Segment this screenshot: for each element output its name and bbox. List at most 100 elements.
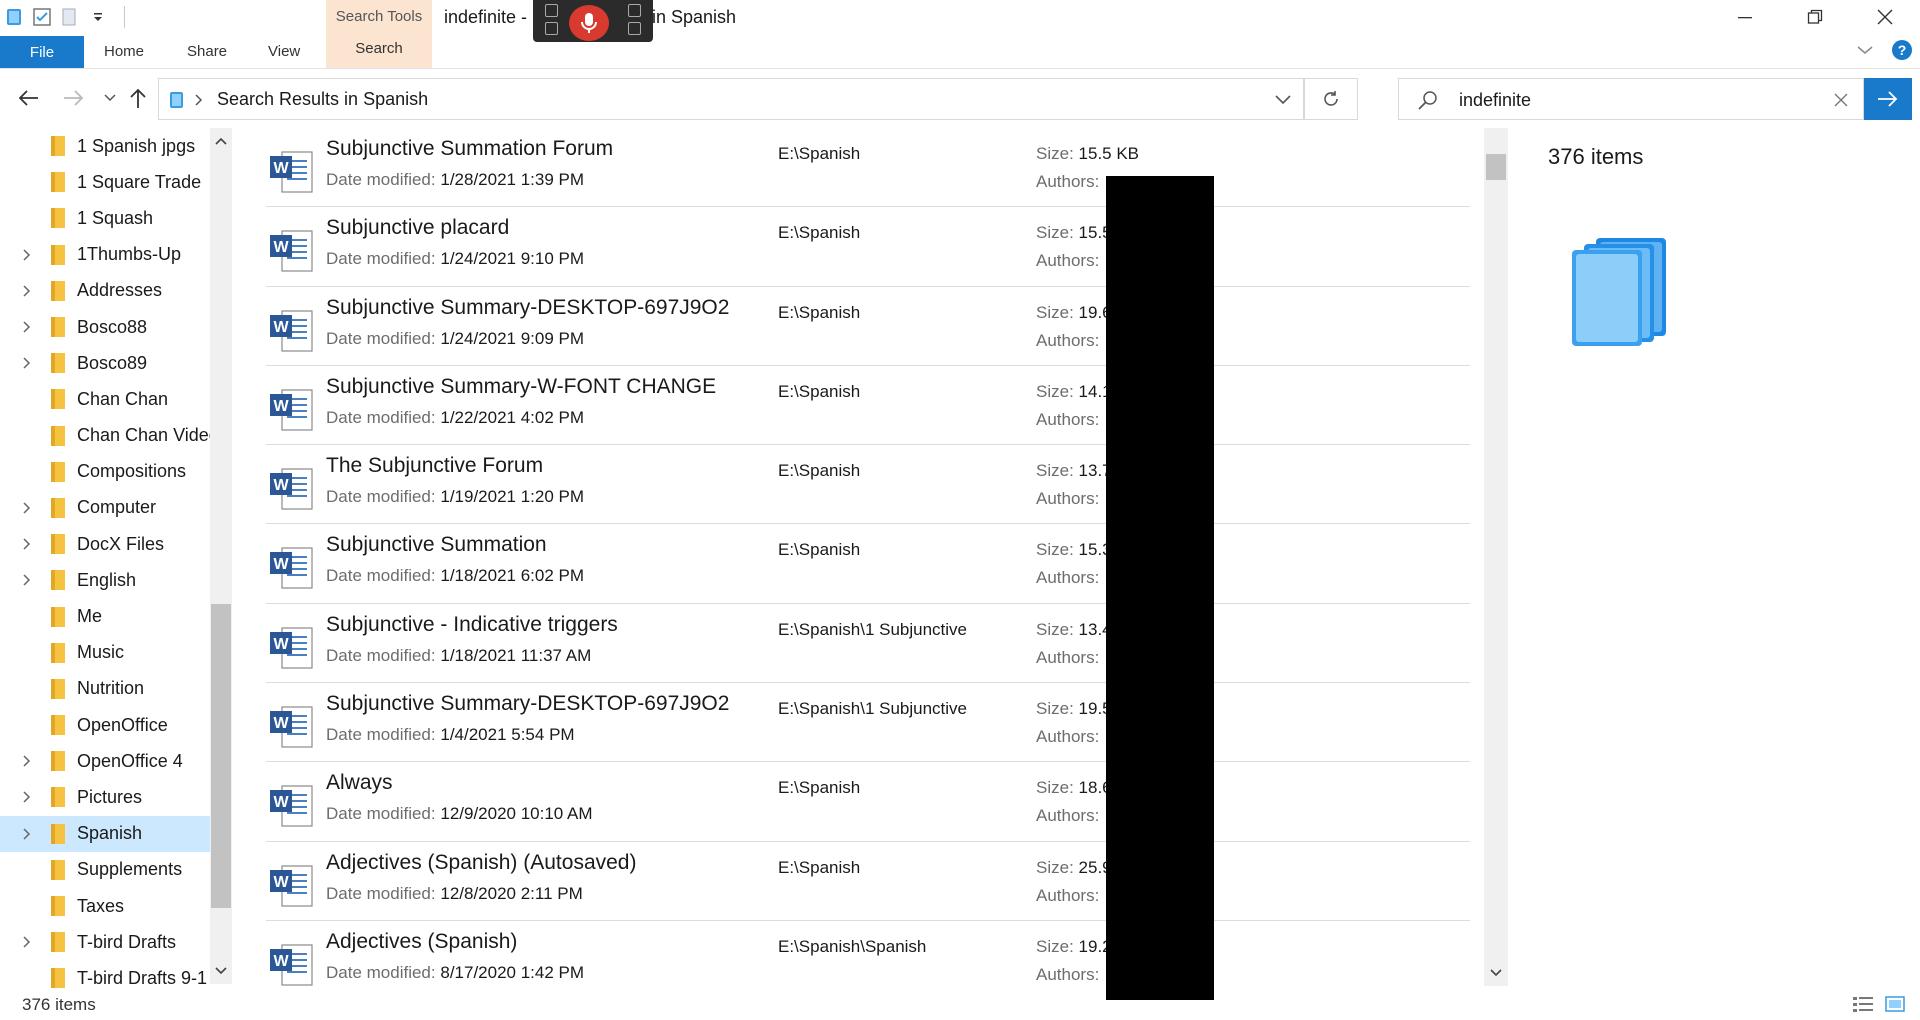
result-title[interactable]: The Subjunctive Forum — [326, 454, 543, 478]
result-row[interactable]: W The Subjunctive Forum Date modified: 1/1… — [266, 445, 1470, 525]
result-row[interactable]: W Always Date modified: 12/9/2020 10:10 AM… — [266, 762, 1470, 842]
result-row[interactable]: W Adjectives (Spanish) (Autosaved) Date mo… — [266, 842, 1470, 921]
expand-chevron-icon[interactable] — [20, 790, 34, 804]
result-title[interactable]: Subjunctive Summary-W-FONT CHANGE — [326, 375, 716, 399]
large-icons-view-icon[interactable] — [1884, 994, 1906, 1014]
expand-chevron-icon[interactable] — [20, 935, 34, 949]
result-date: Date modified: 1/4/2021 5:54 PM — [326, 725, 575, 745]
new-folder-icon[interactable] — [60, 6, 80, 28]
result-title[interactable]: Subjunctive Summary-DESKTOP-697J9O2 — [326, 692, 729, 716]
minimize-button[interactable] — [1710, 0, 1780, 34]
tab-home[interactable]: Home — [104, 43, 144, 60]
result-title[interactable]: Subjunctive - Indicative triggers — [326, 613, 618, 637]
result-title[interactable]: Adjectives (Spanish) — [326, 930, 517, 954]
result-row[interactable]: W Subjunctive placard Date modified: 1/24/… — [266, 207, 1470, 287]
tree-item[interactable]: Pictures — [0, 779, 232, 815]
tree-item[interactable]: 1 Square Trade — [0, 164, 232, 200]
result-row[interactable]: W Subjunctive Summary-DESKTOP-697J9O2 Date… — [266, 287, 1470, 366]
forward-button[interactable] — [62, 86, 86, 110]
breadcrumb[interactable]: Search Results in Spanish — [217, 89, 428, 110]
tree-item[interactable]: Computer — [0, 490, 232, 526]
restore-button[interactable] — [1780, 0, 1850, 34]
expand-chevron-icon[interactable] — [20, 248, 34, 262]
search-input[interactable] — [1459, 88, 1799, 112]
tree-item[interactable]: Chan Chan Video — [0, 418, 232, 454]
up-button[interactable] — [126, 86, 150, 110]
voice-settings-icon[interactable] — [628, 4, 641, 17]
tree-item[interactable]: English — [0, 562, 232, 598]
tree-item-label: Bosco89 — [77, 352, 148, 373]
expand-chevron-icon[interactable] — [20, 320, 34, 334]
ribbon-expand-chevron-icon[interactable] — [1856, 44, 1874, 56]
tree-item[interactable]: Bosco89 — [0, 345, 232, 381]
tab-view[interactable]: View — [268, 43, 300, 60]
forward-arrow-icon — [64, 90, 84, 106]
address-history-chevron-icon[interactable] — [1275, 95, 1291, 105]
tree-item[interactable]: Addresses — [0, 273, 232, 309]
tree-item[interactable]: T-bird Drafts — [0, 924, 232, 960]
expand-chevron-icon[interactable] — [20, 827, 34, 841]
qat-dropdown-icon[interactable] — [88, 6, 108, 28]
tab-file[interactable]: File — [0, 36, 84, 68]
result-title[interactable]: Subjunctive Summary-DESKTOP-697J9O2 — [326, 296, 729, 320]
expand-chevron-icon[interactable] — [20, 573, 34, 587]
expand-chevron-icon[interactable] — [20, 501, 34, 515]
result-title[interactable]: Always — [326, 771, 393, 795]
tree-item[interactable]: Taxes — [0, 888, 232, 924]
result-row[interactable]: W Subjunctive - Indicative triggers Date m… — [266, 604, 1470, 684]
results-scroll-thumb[interactable] — [1486, 154, 1506, 180]
result-row[interactable]: W Subjunctive Summation Date modified: 1/1… — [266, 524, 1470, 604]
result-row[interactable]: W Subjunctive Summation Forum Date modifie… — [266, 128, 1470, 208]
result-row[interactable]: W Subjunctive Summary-W-FONT CHANGE Date m… — [266, 366, 1470, 446]
nav-scroll-up-button[interactable] — [210, 130, 232, 152]
expand-chevron-icon[interactable] — [20, 754, 34, 768]
tree-item[interactable]: Chan Chan — [0, 381, 232, 417]
search-go-button[interactable] — [1864, 78, 1912, 120]
search-box[interactable] — [1398, 78, 1864, 120]
recent-locations-button[interactable] — [98, 86, 122, 110]
details-view-icon[interactable] — [1852, 994, 1874, 1014]
nav-scroll-down-button[interactable] — [210, 960, 232, 982]
tree-item[interactable]: 1 Spanish jpgs — [0, 128, 232, 164]
back-button[interactable] — [16, 86, 40, 110]
voice-add-icon[interactable] — [545, 4, 558, 17]
result-title[interactable]: Subjunctive Summation Forum — [326, 137, 613, 161]
voice-keyboard-icon[interactable] — [545, 22, 558, 35]
expand-chevron-icon[interactable] — [20, 356, 34, 370]
tree-item[interactable]: 1Thumbs-Up — [0, 237, 232, 273]
tree-item[interactable]: T-bird Drafts 9-1 — [0, 960, 232, 988]
clear-search-icon[interactable] — [1833, 92, 1849, 108]
tree-item[interactable]: Me — [0, 598, 232, 634]
window-title-left: indefinite - — [444, 7, 528, 27]
tree-item[interactable]: DocX Files — [0, 526, 232, 562]
tree-item[interactable]: 1 Squash — [0, 200, 232, 236]
properties-icon[interactable] — [32, 6, 52, 28]
expand-chevron-icon[interactable] — [20, 537, 34, 551]
result-title[interactable]: Subjunctive Summation — [326, 533, 547, 557]
arrow-right-icon — [1878, 91, 1898, 107]
results-scroll-down-button[interactable] — [1484, 962, 1508, 984]
address-bar[interactable]: Search Results in Spanish — [158, 78, 1304, 120]
result-row[interactable]: W Subjunctive Summary-DESKTOP-697J9O2 Date… — [266, 683, 1470, 763]
refresh-button[interactable] — [1304, 78, 1358, 120]
tree-item[interactable]: Music — [0, 635, 232, 671]
tab-share[interactable]: Share — [187, 43, 227, 60]
close-button[interactable] — [1850, 0, 1920, 34]
result-title[interactable]: Subjunctive placard — [326, 216, 509, 240]
nav-scroll-thumb[interactable] — [211, 604, 231, 908]
tree-item[interactable]: Bosco88 — [0, 309, 232, 345]
result-row[interactable]: W Adjectives (Spanish) Date modified: 8/17… — [266, 921, 1470, 986]
results-scrollbar[interactable] — [1484, 128, 1508, 986]
navigation-pane-scrollbar[interactable] — [210, 128, 232, 984]
tree-item[interactable]: OpenOffice 4 — [0, 743, 232, 779]
expand-chevron-icon[interactable] — [20, 284, 34, 298]
tree-item[interactable]: OpenOffice — [0, 707, 232, 743]
tree-item[interactable]: Nutrition — [0, 671, 232, 707]
tree-item[interactable]: Supplements — [0, 852, 232, 888]
result-title[interactable]: Adjectives (Spanish) (Autosaved) — [326, 851, 636, 875]
breadcrumb-chevron-icon[interactable] — [195, 94, 203, 106]
tree-item[interactable]: Spanish — [0, 815, 232, 852]
help-icon[interactable]: ? — [1892, 40, 1912, 60]
tree-item[interactable]: Compositions — [0, 454, 232, 490]
voice-expand-icon[interactable] — [628, 22, 641, 35]
